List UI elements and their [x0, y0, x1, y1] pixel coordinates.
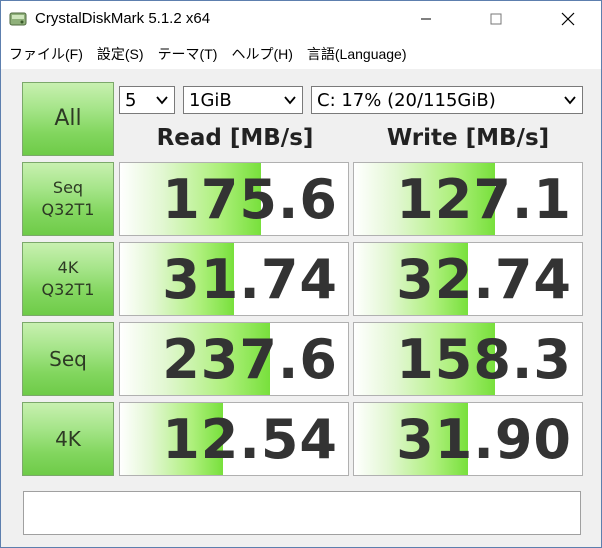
write-value: 32.74: [396, 247, 572, 311]
menu-settings[interactable]: 設定(S): [89, 44, 150, 64]
menu-theme[interactable]: テーマ(T): [150, 44, 224, 64]
window-title: CrystalDiskMark 5.1.2 x64: [35, 10, 211, 27]
4k-q32t1-button[interactable]: 4K Q32T1: [22, 242, 114, 316]
maximize-icon: [490, 13, 502, 25]
test-size-select[interactable]: 1GiB: [183, 86, 303, 114]
test-count-select[interactable]: 5: [119, 86, 175, 114]
menu-help[interactable]: ヘルプ(H): [223, 44, 298, 64]
write-value: 31.90: [396, 407, 572, 471]
chevron-down-icon: [564, 96, 576, 105]
minimize-button[interactable]: [403, 1, 449, 37]
write-header: Write [MB/s]: [386, 125, 550, 151]
chevron-down-icon: [156, 96, 168, 105]
comment-field[interactable]: [23, 491, 581, 535]
seq-q32t1-write-cell: 127.1: [353, 162, 583, 236]
menu-language[interactable]: 言語(Language): [299, 44, 413, 64]
seq-button[interactable]: Seq: [22, 322, 114, 396]
test-name-line1: Seq: [49, 347, 87, 371]
4k-q32t1-write-cell: 32.74: [353, 242, 583, 316]
seq-write-cell: 158.3: [353, 322, 583, 396]
app-window: CrystalDiskMark 5.1.2 x64 ファイル(F) 設定(S) …: [0, 0, 602, 548]
menu-bar: ファイル(F) 設定(S) テーマ(T) ヘルプ(H) 言語(Language): [1, 39, 601, 69]
test-name-line1: Seq: [52, 178, 84, 197]
app-icon: [9, 12, 27, 26]
test-name-line2: Q32T1: [41, 280, 95, 299]
test-name-line1: 4K: [55, 427, 81, 451]
read-header: Read [MB/s]: [156, 125, 314, 151]
read-value: 175.6: [162, 167, 338, 231]
chevron-down-icon: [284, 96, 296, 105]
title-bar[interactable]: CrystalDiskMark 5.1.2 x64: [1, 1, 601, 39]
test-count-value: 5: [125, 89, 137, 111]
close-icon: [561, 12, 575, 26]
close-button[interactable]: [545, 1, 591, 37]
test-size-value: 1GiB: [189, 89, 232, 111]
read-value: 237.6: [162, 327, 338, 391]
all-button[interactable]: All: [22, 82, 114, 156]
test-name-line2: Q32T1: [41, 200, 95, 219]
maximize-button[interactable]: [473, 1, 519, 37]
all-button-label: All: [54, 106, 82, 131]
seq-q32t1-read-cell: 175.6: [119, 162, 349, 236]
write-value: 158.3: [396, 327, 572, 391]
4k-read-cell: 12.54: [119, 402, 349, 476]
read-value: 12.54: [162, 407, 338, 471]
4k-q32t1-read-cell: 31.74: [119, 242, 349, 316]
seq-read-cell: 237.6: [119, 322, 349, 396]
read-value: 31.74: [162, 247, 338, 311]
drive-value: C: 17% (20/115GiB): [317, 89, 496, 111]
4k-button[interactable]: 4K: [22, 402, 114, 476]
seq-q32t1-button[interactable]: Seq Q32T1: [22, 162, 114, 236]
minimize-icon: [421, 18, 431, 20]
test-name-line1: 4K: [57, 258, 79, 277]
menu-file[interactable]: ファイル(F): [1, 44, 89, 64]
drive-select[interactable]: C: 17% (20/115GiB): [311, 86, 583, 114]
4k-write-cell: 31.90: [353, 402, 583, 476]
write-value: 127.1: [396, 167, 572, 231]
